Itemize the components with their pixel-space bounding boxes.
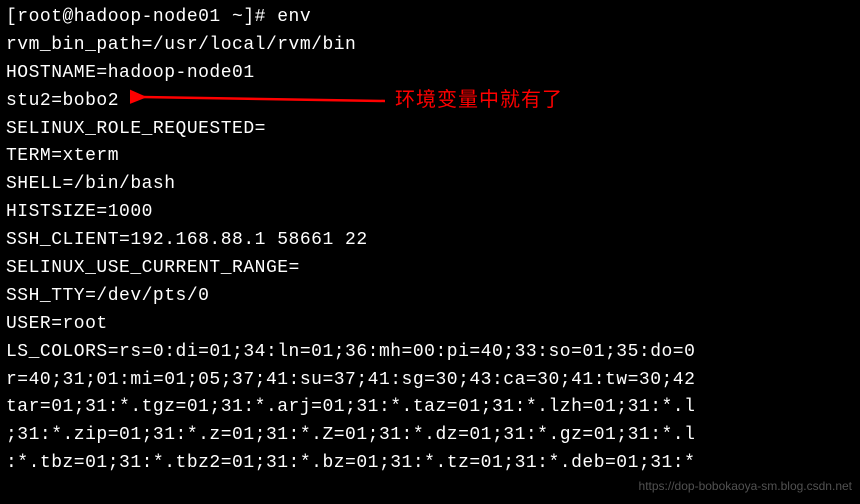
terminal-line: HISTSIZE=1000 bbox=[6, 199, 854, 227]
terminal-line: LS_COLORS=rs=0:di=01;34:ln=01;36:mh=00:p… bbox=[6, 339, 854, 367]
terminal-line: SELINUX_ROLE_REQUESTED= bbox=[6, 116, 854, 144]
terminal-line: USER=root bbox=[6, 311, 854, 339]
terminal-line: SSH_TTY=/dev/pts/0 bbox=[6, 283, 854, 311]
terminal-line: r=40;31;01:mi=01;05;37;41:su=37;41:sg=30… bbox=[6, 367, 854, 395]
terminal-line: :*.tbz=01;31:*.tbz2=01;31:*.bz=01;31:*.t… bbox=[6, 450, 854, 478]
annotation-text: 环境变量中就有了 bbox=[395, 85, 563, 116]
terminal-line: rvm_bin_path=/usr/local/rvm/bin bbox=[6, 32, 854, 60]
terminal-line: ;31:*.zip=01;31:*.z=01;31:*.Z=01;31:*.dz… bbox=[6, 422, 854, 450]
terminal-line: SELINUX_USE_CURRENT_RANGE= bbox=[6, 255, 854, 283]
terminal-line: SSH_CLIENT=192.168.88.1 58661 22 bbox=[6, 227, 854, 255]
terminal-output: [root@hadoop-node01 ~]# env rvm_bin_path… bbox=[6, 4, 854, 478]
terminal-line: TERM=xterm bbox=[6, 143, 854, 171]
watermark-text: https://dop-bobokaoya-sm.blog.csdn.net bbox=[639, 477, 852, 496]
terminal-line: SHELL=/bin/bash bbox=[6, 171, 854, 199]
terminal-line: HOSTNAME=hadoop-node01 bbox=[6, 60, 854, 88]
terminal-line: tar=01;31:*.tgz=01;31:*.arj=01;31:*.taz=… bbox=[6, 394, 854, 422]
terminal-line: [root@hadoop-node01 ~]# env bbox=[6, 4, 854, 32]
